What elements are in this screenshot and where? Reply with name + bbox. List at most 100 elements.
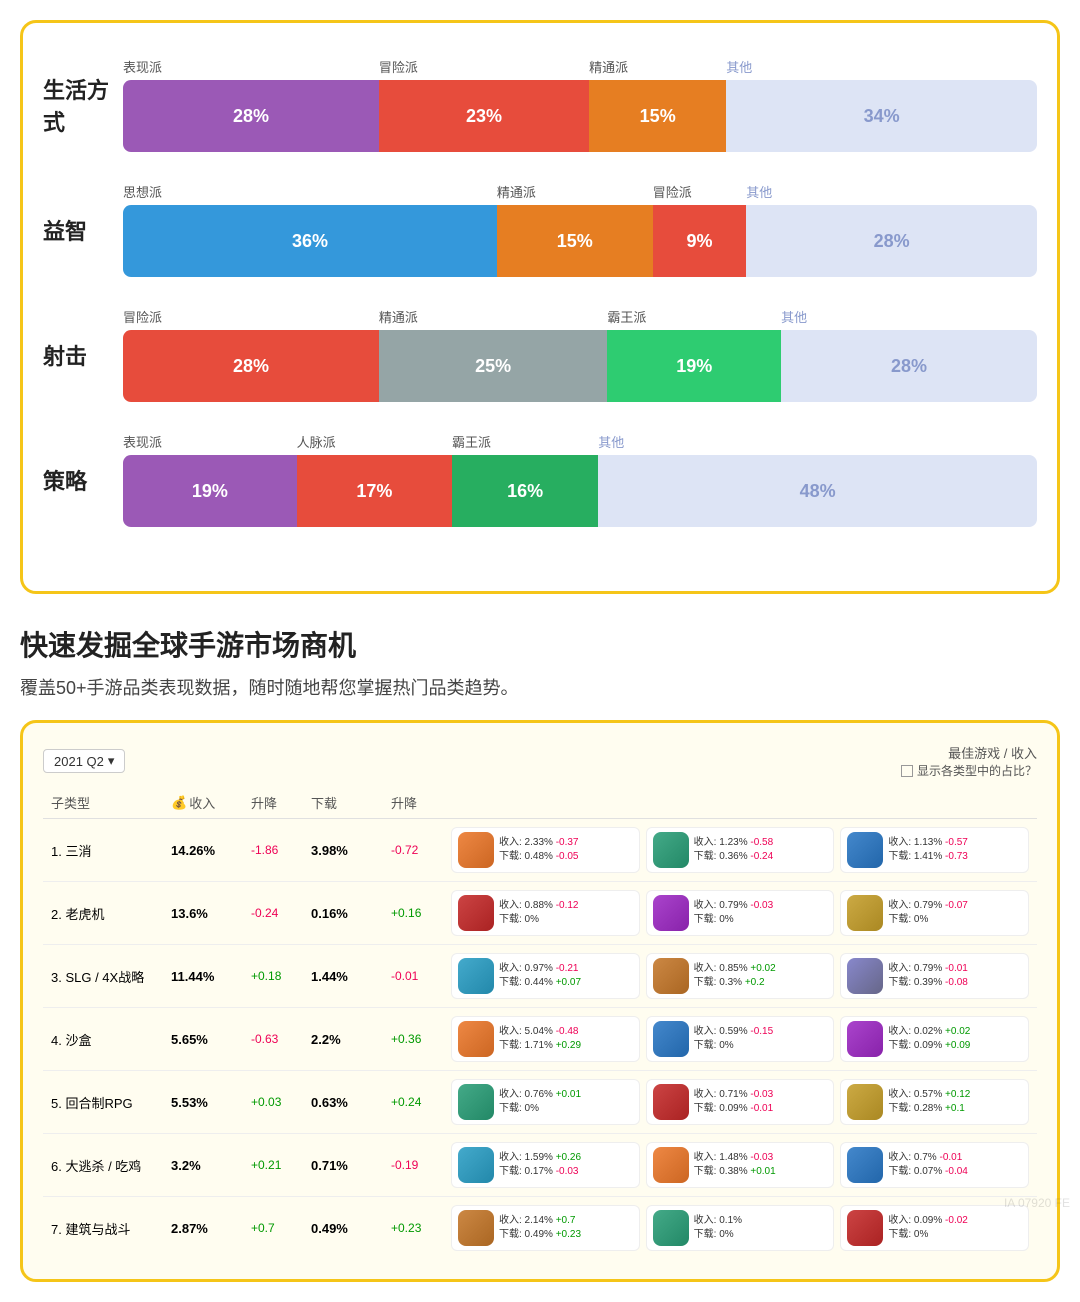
row-rev-change: +0.21 — [243, 1134, 303, 1197]
table-top-left: 2021 Q2 ▾ — [43, 749, 125, 773]
game-icon — [847, 958, 883, 994]
table-row: 4. 沙盒5.65%-0.632.2%+0.36收入: 5.04% -0.48下… — [43, 1008, 1037, 1071]
quarter-label: 2021 Q2 — [54, 754, 104, 769]
th-download: 下载 — [303, 787, 383, 819]
segment-label: 其他 — [781, 307, 1037, 326]
game-stats: 收入: 1.48% -0.03下载: 0.38% +0.01 — [694, 1151, 776, 1179]
game-icon — [847, 895, 883, 931]
segment-label: 冒险派 — [379, 57, 589, 76]
game-stats: 收入: 1.59% +0.26下载: 0.17% -0.03 — [499, 1151, 581, 1179]
promo-title: 快速发掘全球手游市场商机 — [20, 624, 1060, 664]
game-stats: 收入: 0.7% -0.01下载: 0.07% -0.04 — [888, 1151, 968, 1179]
chart-row: 益智思想派精通派冒险派其他36%15%9%28% — [43, 182, 1037, 277]
segment-label: 其他 — [598, 432, 1037, 451]
bar-segment: 34% — [726, 80, 1037, 152]
game-entry: 收入: 0.02% +0.02下载: 0.09% +0.09 — [840, 1016, 1029, 1062]
game-entry: 收入: 0.85% +0.02下载: 0.3% +0.2 — [646, 953, 835, 999]
row-games: 收入: 5.04% -0.48下载: 1.71% +0.29收入: 0.59% … — [443, 1008, 1037, 1071]
game-entry: 收入: 1.48% -0.03下载: 0.38% +0.01 — [646, 1142, 835, 1188]
checkbox-icon[interactable] — [901, 765, 913, 777]
th-dl-change: 升降 — [383, 787, 443, 819]
game-icon — [458, 832, 494, 868]
table-header: 2021 Q2 ▾ 最佳游戏 / 收入 显示各类型中的占比？ — [43, 743, 1037, 779]
game-icon — [653, 832, 689, 868]
game-entry: 收入: 0.97% -0.21下载: 0.44% +0.07 — [451, 953, 640, 999]
game-stats: 收入: 1.13% -0.57下载: 1.41% -0.73 — [888, 836, 968, 864]
bar-segment: 16% — [452, 455, 598, 527]
row-dl-change: -0.19 — [383, 1134, 443, 1197]
bar-segment: 19% — [123, 455, 297, 527]
game-stats: 收入: 0.85% +0.02下载: 0.3% +0.2 — [694, 962, 776, 990]
row-games: 收入: 2.14% +0.7下载: 0.49% +0.23收入: 0.1%下载:… — [443, 1197, 1037, 1260]
row-revenue: 3.2% — [163, 1134, 243, 1197]
game-stats: 收入: 0.76% +0.01下载: 0% — [499, 1088, 581, 1116]
game-entry: 收入: 0.57% +0.12下载: 0.28% +0.1 — [840, 1079, 1029, 1125]
table-row: 7. 建筑与战斗2.87%+0.70.49%+0.23收入: 2.14% +0.… — [43, 1197, 1037, 1260]
bar-segment: 15% — [497, 205, 653, 277]
row-games: 收入: 2.33% -0.37下载: 0.48% -0.05收入: 1.23% … — [443, 819, 1037, 882]
table-row: 1. 三消14.26%-1.863.98%-0.72收入: 2.33% -0.3… — [43, 819, 1037, 882]
chart-row-label: 益智 — [43, 214, 123, 246]
row-dl-change: +0.36 — [383, 1008, 443, 1071]
game-entry: 收入: 0.59% -0.15下载: 0% — [646, 1016, 835, 1062]
row-download: 2.2% — [303, 1008, 383, 1071]
game-entry: 收入: 2.33% -0.37下载: 0.48% -0.05 — [451, 827, 640, 873]
row-dl-change: -0.72 — [383, 819, 443, 882]
game-icon — [653, 958, 689, 994]
best-game-header: 最佳游戏 / 收入 显示各类型中的占比？ — [901, 743, 1037, 779]
segment-label: 其他 — [746, 182, 1037, 201]
chart-row-label: 策略 — [43, 464, 123, 496]
game-entry: 收入: 1.23% -0.58下载: 0.36% -0.24 — [646, 827, 835, 873]
bar-segment: 28% — [781, 330, 1037, 402]
row-name: 4. 沙盒 — [43, 1008, 163, 1071]
chart-row: 生活方式表现派冒险派精通派其他28%23%15%34% — [43, 57, 1037, 152]
game-entry: 收入: 0.76% +0.01下载: 0% — [451, 1079, 640, 1125]
row-name: 5. 回合制RPG — [43, 1071, 163, 1134]
th-subtype: 子类型 — [43, 787, 163, 819]
game-entry: 收入: 0.79% -0.01下载: 0.39% -0.08 — [840, 953, 1029, 999]
row-download: 0.49% — [303, 1197, 383, 1260]
show-ratio-checkbox[interactable]: 显示各类型中的占比？ — [901, 762, 1037, 779]
quarter-selector[interactable]: 2021 Q2 ▾ — [43, 749, 125, 773]
promo-subtitle: 覆盖50+手游品类表现数据，随时随地帮您掌握热门品类趋势。 — [20, 674, 1060, 700]
row-dl-change: -0.01 — [383, 945, 443, 1008]
game-icon — [458, 958, 494, 994]
game-stats: 收入: 0.79% -0.03下载: 0% — [694, 899, 774, 927]
row-dl-change: +0.16 — [383, 882, 443, 945]
table-card: 2021 Q2 ▾ 最佳游戏 / 收入 显示各类型中的占比？ 子类型 💰 收入 … — [20, 720, 1060, 1282]
game-entry: 收入: 5.04% -0.48下载: 1.71% +0.29 — [451, 1016, 640, 1062]
row-download: 0.63% — [303, 1071, 383, 1134]
game-icon — [458, 1084, 494, 1120]
game-entry: 收入: 0.7% -0.01下载: 0.07% -0.04 — [840, 1142, 1029, 1188]
bar-segment: 48% — [598, 455, 1037, 527]
chart-section: 生活方式表现派冒险派精通派其他28%23%15%34%益智思想派精通派冒险派其他… — [43, 47, 1037, 567]
row-rev-change: +0.7 — [243, 1197, 303, 1260]
segment-label: 霸王派 — [607, 307, 781, 326]
row-dl-change: +0.23 — [383, 1197, 443, 1260]
segment-label: 表现派 — [123, 57, 379, 76]
row-rev-change: -1.86 — [243, 819, 303, 882]
row-download: 3.98% — [303, 819, 383, 882]
row-name: 1. 三消 — [43, 819, 163, 882]
game-icon — [458, 1147, 494, 1183]
table-row: 5. 回合制RPG5.53%+0.030.63%+0.24收入: 0.76% +… — [43, 1071, 1037, 1134]
game-icon — [653, 1084, 689, 1120]
row-games: 收入: 0.76% +0.01下载: 0% 收入: 0.71% -0.03下载: … — [443, 1071, 1037, 1134]
segment-label: 精通派 — [589, 57, 726, 76]
game-stats: 收入: 0.57% +0.12下载: 0.28% +0.1 — [888, 1088, 970, 1116]
th-best-games — [443, 787, 1037, 819]
bar-segment: 36% — [123, 205, 497, 277]
segment-label: 霸王派 — [452, 432, 598, 451]
segment-label: 精通派 — [379, 307, 608, 326]
chart-row: 策略表现派人脉派霸王派其他19%17%16%48% — [43, 432, 1037, 527]
game-entry: 收入: 0.1%下载: 0% — [646, 1205, 835, 1251]
game-stats: 收入: 0.71% -0.03下载: 0.09% -0.01 — [694, 1088, 774, 1116]
game-icon — [653, 1210, 689, 1246]
row-rev-change: -0.63 — [243, 1008, 303, 1071]
game-icon — [458, 895, 494, 931]
game-icon — [458, 1021, 494, 1057]
game-icon — [847, 1147, 883, 1183]
row-revenue: 13.6% — [163, 882, 243, 945]
game-stats: 收入: 0.09% -0.02下载: 0% — [888, 1214, 968, 1242]
bar-segment: 28% — [746, 205, 1037, 277]
